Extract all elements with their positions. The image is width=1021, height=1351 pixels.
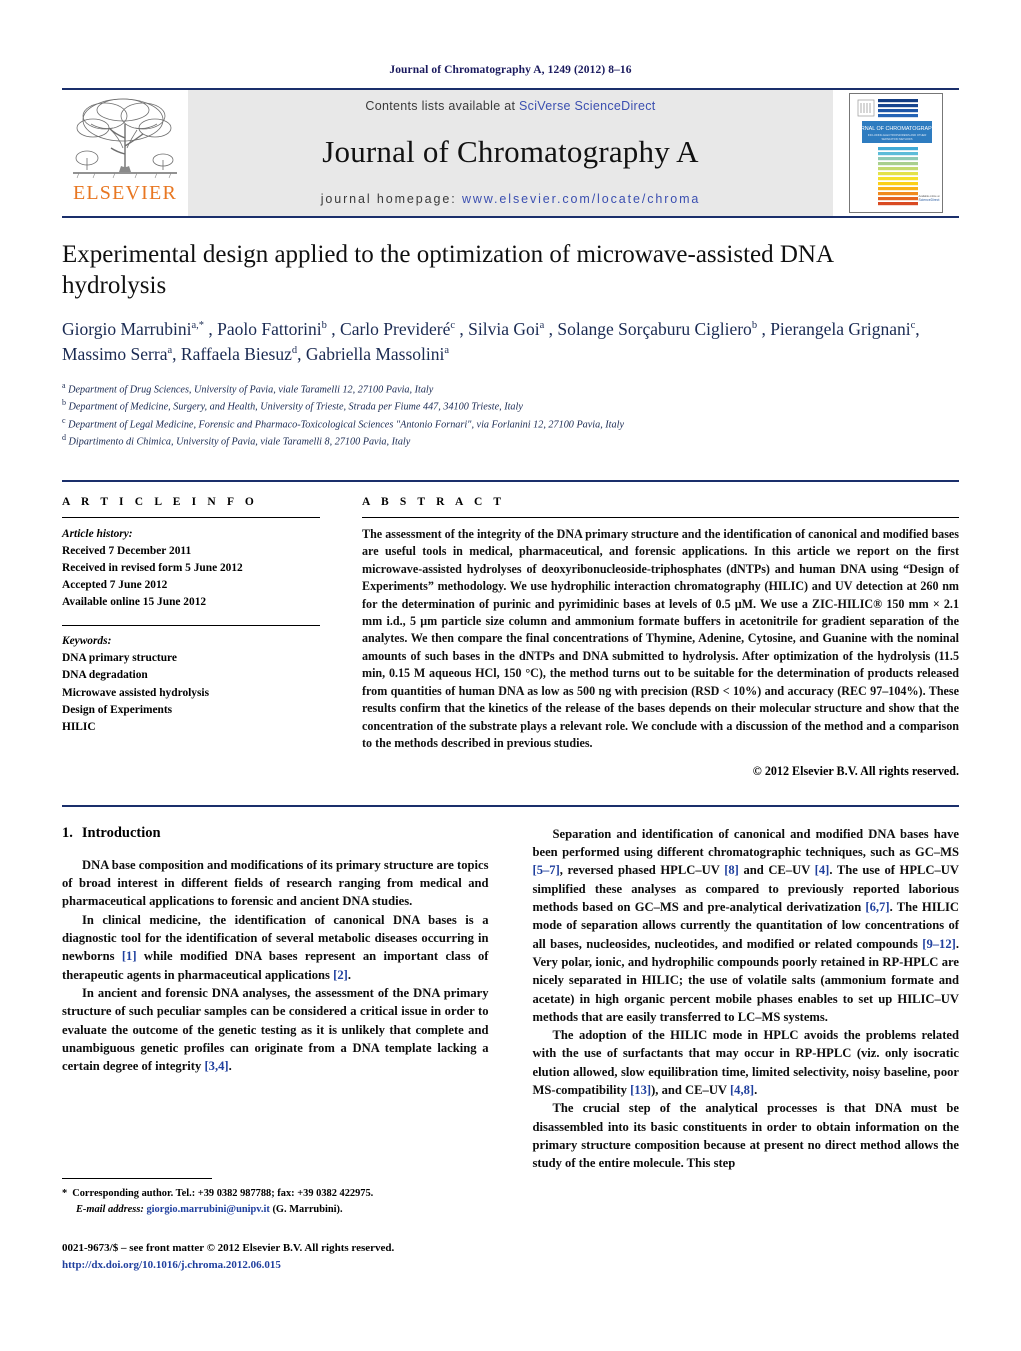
body-column-right: Separation and identification of canonic… [533, 825, 960, 1173]
reference-citation[interactable]: [4] [815, 863, 830, 877]
elsevier-logo: ELSEVIER [62, 90, 188, 216]
cover-artwork: JOURNAL OF CHROMATOGRAPHY A INCLUDING EL… [849, 93, 943, 213]
affiliation-marker: c [62, 415, 66, 425]
abstract-copyright: © 2012 Elsevier B.V. All rights reserved… [752, 763, 959, 778]
affiliation-text: Department of Medicine, Surgery, and Hea… [68, 401, 523, 413]
reference-citation[interactable]: [5–7] [533, 863, 560, 877]
affiliation-item: c Department of Legal Medicine, Forensic… [62, 415, 959, 432]
affiliation-marker: b [62, 398, 66, 408]
keyword-item: DNA degradation [62, 669, 148, 682]
body-paragraph: The adoption of the HILIC mode in HPLC a… [532, 1028, 960, 1098]
keyword-item: DNA primary structure [62, 652, 177, 665]
keyword-item: Design of Experiments [62, 703, 173, 716]
article-info-rule [62, 516, 320, 518]
email-attribution: (G. Marrubini). [272, 1203, 343, 1215]
body-paragraph: In clinical medicine, the identification… [62, 912, 489, 982]
affiliation-item: d Dipartimento di Chimica, University of… [62, 432, 959, 449]
footnote-star-marker: * [62, 1188, 68, 1199]
issn-line: 0021-9673/$ – see front matter © 2012 El… [62, 1242, 395, 1254]
journal-cover-thumbnail: JOURNAL OF CHROMATOGRAPHY A INCLUDING EL… [833, 90, 959, 216]
body-column-left: 1. Introduction DNA base composition and … [62, 825, 489, 1173]
article-info-column: A R T I C L E I N F O Article history: R… [62, 496, 320, 779]
sciencedirect-link[interactable]: SciVerse ScienceDirect [519, 99, 656, 113]
body-paragraph: DNA base composition and modifications o… [62, 857, 489, 909]
abstract-text: The assessment of the integrity of the D… [362, 526, 959, 751]
page-title: Experimental design applied to the optim… [62, 241, 833, 299]
affiliation-text: Dipartimento di Chimica, University of P… [68, 436, 411, 448]
svg-text:ScienceDirect: ScienceDirect [919, 198, 940, 202]
running-head: Journal of Chromatography A, 1249 (2012)… [389, 64, 632, 76]
email-link[interactable]: giorgio.marrubini@unipv.it [146, 1204, 269, 1215]
homepage-prefix: journal homepage: [320, 192, 462, 206]
email-label: E-mail address: [76, 1203, 144, 1215]
elsevier-wordmark: ELSEVIER [72, 182, 178, 204]
article-history-item: Available online 15 June 2012 [62, 596, 207, 609]
reference-citation[interactable]: [3,4] [204, 1059, 228, 1073]
affiliation-text: Department of Legal Medicine, Forensic a… [68, 419, 624, 431]
keywords-rule [62, 625, 320, 627]
body-paragraph: In ancient and forensic DNA analyses, th… [62, 985, 489, 1074]
affiliation-text: Department of Drug Sciences, University … [68, 384, 434, 396]
keywords-label: Keywords: [62, 635, 112, 648]
article-info-heading: A R T I C L E I N F O [62, 495, 258, 508]
svg-text:INCLUDING ELECTROPHORESIS AND: INCLUDING ELECTROPHORESIS AND OTHER [868, 133, 927, 137]
reference-citation[interactable]: [9–12] [922, 937, 956, 951]
reference-citation[interactable]: [6,7] [865, 900, 889, 914]
article-history-item: Received 7 December 2011 [62, 544, 192, 557]
footnote-rule [62, 1178, 212, 1179]
body-columns: 1. Introduction DNA base composition and … [62, 825, 959, 1173]
body-paragraph: Separation and identification of canonic… [532, 826, 960, 1024]
svg-text:JOURNAL OF CHROMATOGRAPHY A: JOURNAL OF CHROMATOGRAPHY A [850, 126, 942, 132]
article-history-label: Article history: [62, 527, 133, 540]
author-list: Giorgio Marrubinia,* , Paolo Fattorinib … [62, 319, 920, 364]
svg-text:SEPARATION METHODS: SEPARATION METHODS [881, 137, 912, 141]
abstract-column: A B S T R A C T The assessment of the in… [362, 496, 959, 779]
journal-banner: Contents lists available at SciVerse Sci… [188, 90, 833, 216]
section-title-text: Introduction [81, 824, 161, 841]
article-history-item: Accepted 7 June 2012 [62, 578, 168, 591]
affiliation-list: a Department of Drug Sciences, Universit… [62, 380, 959, 450]
journal-title: Journal of Chromatography A [322, 134, 699, 170]
title-block: Experimental design applied to the optim… [62, 218, 959, 450]
elsevier-tree-icon [73, 98, 177, 179]
cover-bars-icon: JOURNAL OF CHROMATOGRAPHY A INCLUDING EL… [850, 94, 942, 212]
homepage-url-link[interactable]: www.elsevier.com/locate/chroma [462, 192, 700, 206]
reference-citation[interactable]: [1] [122, 949, 137, 963]
keywords-block: Keywords: DNA primary structure DNA degr… [62, 625, 320, 736]
journal-masthead: ELSEVIER Contents lists available at Sci… [62, 88, 959, 216]
corresponding-author-text: Corresponding author. Tel.: +39 0382 987… [72, 1188, 374, 1199]
affiliation-item: a Department of Drug Sciences, Universit… [62, 380, 959, 397]
affiliation-marker: a [62, 380, 66, 390]
contents-prefix: Contents lists available at [365, 99, 520, 113]
footnote-area: * Corresponding author. Tel.: +39 0382 98… [62, 1178, 486, 1217]
reference-citation[interactable]: [13] [630, 1083, 651, 1097]
article-page: Journal of Chromatography A, 1249 (2012)… [0, 0, 1021, 1351]
corresponding-author-note: * Corresponding author. Tel.: +39 0382 98… [62, 1186, 486, 1202]
email-note: E-mail address: giorgio.marrubini@unipv.… [62, 1202, 486, 1218]
contents-lists-line: Contents lists available at SciVerse Sci… [365, 99, 655, 113]
body-paragraph: The crucial step of the analytical proce… [532, 1101, 960, 1171]
journal-homepage-line: journal homepage: www.elsevier.com/locat… [321, 192, 701, 206]
issn-doi-block: 0021-9673/$ – see front matter © 2012 El… [62, 1240, 492, 1274]
body-top-rule [62, 804, 959, 807]
article-history-item: Received in revised form 5 June 2012 [62, 561, 243, 574]
affiliation-marker: d [62, 433, 66, 443]
abstract-heading: A B S T R A C T [362, 495, 506, 508]
abstract-rule [362, 516, 959, 518]
keyword-item: HILIC [62, 720, 96, 733]
affiliation-item: b Department of Medicine, Surgery, and H… [62, 397, 959, 414]
reference-citation[interactable]: [8] [724, 863, 739, 877]
info-abstract-region: A R T I C L E I N F O Article history: R… [62, 479, 959, 779]
doi-link[interactable]: http://dx.doi.org/10.1016/j.chroma.2012.… [62, 1257, 492, 1274]
reference-citation[interactable]: [4,8] [730, 1083, 754, 1097]
reference-citation[interactable]: [2] [333, 968, 348, 982]
section-number: 1. [62, 824, 73, 841]
keyword-item: Microwave assisted hydrolysis [62, 686, 210, 699]
section-heading-introduction: 1. Introduction [62, 825, 489, 842]
